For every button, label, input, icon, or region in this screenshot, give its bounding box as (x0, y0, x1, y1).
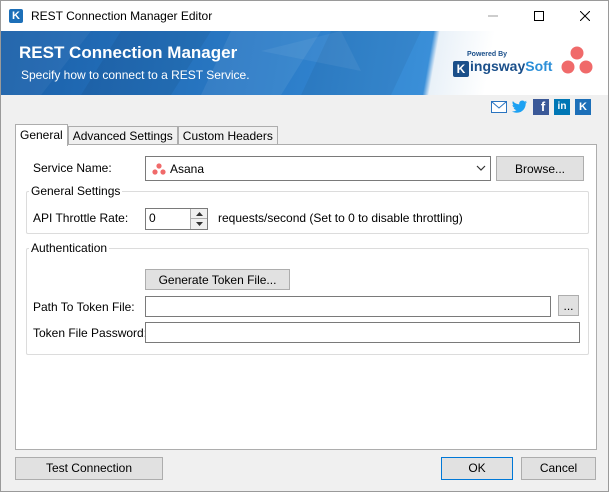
social-links: f in K (491, 98, 591, 116)
general-settings-legend: General Settings (31, 184, 121, 198)
facebook-icon-letter: f (540, 99, 546, 114)
throttle-rate-value: 0 (149, 211, 156, 225)
throttle-rate-input[interactable]: 0 (145, 208, 208, 230)
minimize-icon (488, 15, 498, 17)
general-settings-group: General Settings (26, 184, 589, 234)
tab-advanced-settings[interactable]: Advanced Settings (67, 126, 178, 146)
chevron-down-icon (476, 165, 486, 171)
service-name-dropdown[interactable]: Asana (145, 156, 491, 181)
ok-button[interactable]: OK (441, 457, 513, 480)
arrow-up-icon (195, 211, 203, 216)
asana-logo-icon (561, 46, 593, 74)
linkedin-icon[interactable]: in (554, 99, 570, 115)
close-button[interactable] (562, 1, 608, 31)
email-icon[interactable] (491, 99, 507, 115)
editor-window: K REST Connection Manager Editor REST Co… (0, 0, 609, 492)
twitter-icon[interactable] (512, 99, 528, 115)
token-path-browse-button[interactable]: ... (558, 295, 579, 316)
banner-subtitle: Specify how to connect to a REST Service… (21, 68, 250, 82)
general-tab-panel: Service Name: Asana Browse... General Se… (15, 144, 597, 450)
maximize-button[interactable] (516, 1, 562, 31)
cancel-button[interactable]: Cancel (521, 457, 596, 480)
throttle-spinner (190, 209, 207, 229)
test-connection-button[interactable]: Test Connection (15, 457, 163, 480)
service-name-label: Service Name: (33, 161, 112, 175)
token-password-label: Token File Password: (33, 326, 148, 340)
kingswaysoft-icon-letter: K (579, 101, 587, 113)
arrow-down-icon (195, 222, 203, 226)
token-path-input[interactable] (145, 296, 551, 317)
kingswaysoft-icon[interactable]: K (575, 99, 591, 115)
powered-by-text: Powered By (467, 51, 508, 58)
linkedin-icon-letter: in (557, 101, 567, 112)
kingswaysoft-app-icon: K (9, 9, 23, 23)
vendor-name: KingswaySoft (453, 58, 552, 77)
spin-down-button[interactable] (191, 219, 207, 229)
generate-token-file-button[interactable]: Generate Token File... (145, 269, 290, 290)
minimize-button[interactable] (470, 1, 516, 31)
authentication-legend: Authentication (31, 241, 108, 255)
token-path-label: Path To Token File: (33, 300, 135, 314)
title-bar[interactable]: K REST Connection Manager Editor (1, 1, 608, 31)
token-password-input[interactable] (145, 322, 580, 343)
throttle-label: API Throttle Rate: (33, 211, 129, 225)
browse-button[interactable]: Browse... (496, 156, 584, 181)
header-banner: REST Connection Manager Specify how to c… (1, 31, 608, 95)
tab-general[interactable]: General (15, 124, 68, 146)
service-name-value: Asana (170, 162, 205, 176)
window-title: REST Connection Manager Editor (31, 9, 213, 23)
banner-geometric-pattern (1, 31, 421, 95)
asana-icon (152, 163, 166, 175)
banner-title: REST Connection Manager (19, 43, 238, 62)
tab-strip: General Advanced Settings Custom Headers (15, 124, 278, 146)
close-icon (580, 11, 590, 21)
tab-custom-headers[interactable]: Custom Headers (177, 126, 278, 146)
kingswaysoft-logo: Powered By KingswaySoft (453, 51, 552, 77)
spin-up-button[interactable] (191, 209, 207, 219)
facebook-icon[interactable]: f (533, 99, 549, 115)
throttle-hint: requests/second (Set to 0 to disable thr… (218, 211, 463, 225)
maximize-icon (534, 11, 544, 21)
